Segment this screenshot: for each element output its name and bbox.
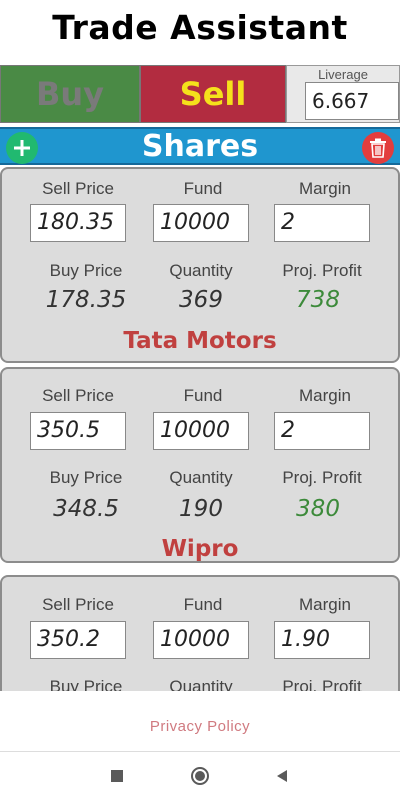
margin-label: Margin (299, 386, 351, 405)
margin-input[interactable]: 1.90 (274, 621, 370, 659)
buy-price-value: 348.5 (53, 496, 119, 522)
quantity-label: Quantity (169, 468, 233, 487)
quantity-value: 190 (179, 496, 223, 522)
app-title: Trade Assistant (52, 8, 348, 47)
sell-price-label: Sell Price (42, 386, 114, 405)
section-title: Shares (141, 129, 259, 164)
stock-name: Tata Motors (123, 328, 277, 354)
shares-header: Shares (0, 127, 400, 165)
share-card: Sell Price Fund Margin 350.2 10000 1.90 … (0, 575, 400, 691)
quantity-label: Quantity (169, 677, 233, 691)
share-card: Sell Price Fund Margin 180.35 10000 2 Bu… (0, 167, 400, 363)
shares-list: Sell Price Fund Margin 180.35 10000 2 Bu… (0, 167, 400, 691)
home-button[interactable] (188, 764, 212, 788)
back-button[interactable] (270, 764, 294, 788)
buy-price-value: 178.35 (45, 287, 127, 313)
trash-icon (370, 138, 386, 158)
proj-profit-value: 380 (296, 496, 340, 522)
sell-button[interactable]: Sell (140, 65, 286, 123)
quantity-label: Quantity (169, 261, 233, 280)
plus-icon (14, 140, 30, 156)
back-triangle-icon (277, 770, 287, 782)
add-share-button[interactable] (6, 132, 38, 164)
sell-price-label: Sell Price (42, 595, 114, 614)
buy-price-label: Buy Price (49, 468, 123, 487)
square-icon (111, 770, 123, 782)
footer: Privacy Policy (0, 691, 400, 752)
proj-profit-label: Proj. Profit (282, 468, 362, 487)
fund-label: Fund (183, 595, 223, 614)
margin-label: Margin (299, 179, 351, 198)
proj-profit-label: Proj. Profit (282, 261, 362, 280)
leverage-label: Liverage (318, 67, 368, 82)
mode-bar: Buy Sell Liverage 6.667 (0, 65, 400, 123)
fund-input[interactable]: 10000 (153, 621, 249, 659)
privacy-policy-link[interactable]: Privacy Policy (0, 718, 400, 735)
fund-label: Fund (183, 386, 223, 405)
delete-share-button[interactable] (362, 132, 394, 164)
quantity-value: 369 (179, 287, 223, 313)
leverage-panel: Liverage 6.667 (286, 65, 400, 123)
recents-button[interactable] (105, 764, 129, 788)
sell-price-input[interactable]: 180.35 (30, 204, 126, 242)
buy-price-label: Buy Price (49, 677, 123, 691)
margin-input[interactable]: 2 (274, 204, 370, 242)
margin-input[interactable]: 2 (274, 412, 370, 450)
stock-name: Wipro (161, 536, 239, 562)
fund-input[interactable]: 10000 (153, 412, 249, 450)
fund-input[interactable]: 10000 (153, 204, 249, 242)
proj-profit-label: Proj. Profit (282, 677, 362, 691)
leverage-input[interactable]: 6.667 (305, 82, 399, 120)
margin-label: Margin (299, 595, 351, 614)
circle-icon (191, 767, 209, 785)
system-nav-bar (0, 752, 400, 800)
sell-price-input[interactable]: 350.5 (30, 412, 126, 450)
buy-button[interactable]: Buy (0, 65, 140, 123)
sell-price-input[interactable]: 350.2 (30, 621, 126, 659)
share-card: Sell Price Fund Margin 350.5 10000 2 Buy… (0, 367, 400, 563)
sell-price-label: Sell Price (42, 179, 114, 198)
proj-profit-value: 738 (296, 287, 340, 313)
fund-label: Fund (183, 179, 223, 198)
buy-price-label: Buy Price (49, 261, 123, 280)
